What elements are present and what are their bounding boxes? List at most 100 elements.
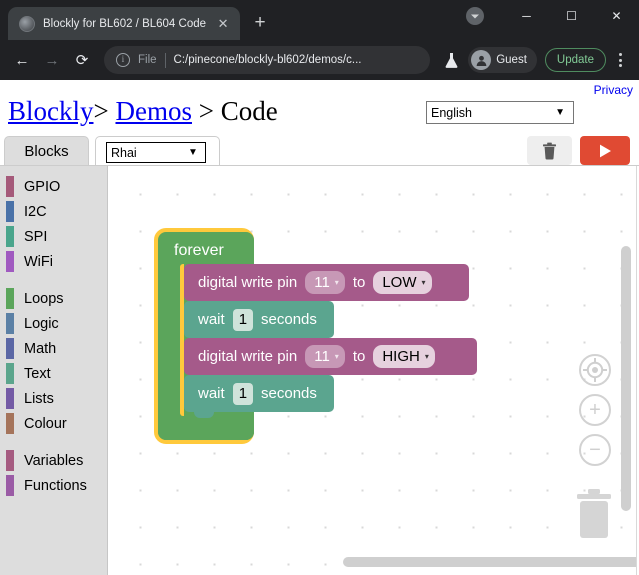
- delete-all-button[interactable]: [527, 136, 572, 165]
- toolbox-item-i2c[interactable]: I2C: [0, 199, 107, 224]
- page-title: Code: [220, 96, 278, 126]
- toolbox-item-wifi[interactable]: WiFi: [0, 249, 107, 274]
- tab-blocks[interactable]: Blocks: [4, 136, 89, 165]
- chevron-down-icon: ▾: [334, 278, 339, 287]
- wait-block-1[interactable]: wait 1 seconds: [184, 301, 334, 344]
- close-icon[interactable]: ✕: [214, 15, 232, 33]
- toolbox-item-text[interactable]: Text: [0, 361, 107, 386]
- target-crosshair-icon: [583, 358, 607, 382]
- trash-icon: [577, 489, 611, 538]
- profile-label: Guest: [496, 54, 527, 66]
- chevron-down-icon: ▾: [334, 352, 339, 361]
- category-color-swatch: [6, 413, 14, 434]
- blockly-editor[interactable]: GPIO I2C SPI WiFi Loops Logic Math Text …: [0, 165, 639, 575]
- new-tab-button[interactable]: +: [246, 9, 274, 37]
- toolbox-item-label: Colour: [24, 415, 67, 432]
- vertical-scrollbar[interactable]: [621, 246, 631, 511]
- toolbox-item-gpio[interactable]: GPIO: [0, 174, 107, 199]
- minimize-icon[interactable]: ─: [504, 0, 549, 32]
- block-text-before: digital write pin: [198, 274, 298, 291]
- back-icon[interactable]: ←: [8, 46, 36, 74]
- wait-block-2[interactable]: wait 1 seconds: [184, 375, 334, 418]
- blockly-toolbox[interactable]: GPIO I2C SPI WiFi Loops Logic Math Text …: [0, 166, 108, 575]
- toolbox-item-loops[interactable]: Loops: [0, 286, 107, 311]
- toolbox-item-variables[interactable]: Variables: [0, 448, 107, 473]
- toolbox-item-label: Logic: [24, 315, 59, 332]
- zoom-in-button[interactable]: +: [579, 394, 611, 426]
- breadcrumb-link-demos[interactable]: Demos: [115, 96, 192, 126]
- toolbox-item-label: SPI: [24, 228, 48, 245]
- toolbox-item-label: Variables: [24, 452, 84, 469]
- window-close-icon[interactable]: ✕: [594, 0, 639, 32]
- person-icon: [471, 50, 492, 70]
- category-color-swatch: [6, 288, 14, 309]
- info-icon[interactable]: i: [116, 53, 130, 67]
- url-scheme-label: File: [138, 54, 157, 66]
- toolbox-item-colour[interactable]: Colour: [0, 411, 107, 436]
- toolbox-separator-2: [0, 436, 107, 448]
- forever-block-foot: [158, 418, 254, 440]
- block-text-after: seconds: [261, 385, 317, 402]
- code-language-select[interactable]: Rhai: [106, 142, 206, 163]
- blockly-workspace[interactable]: forever digital write pin 11 ▾ to LOW ▾ …: [108, 166, 639, 575]
- toolbox-item-logic[interactable]: Logic: [0, 311, 107, 336]
- profile-chip[interactable]: Guest: [468, 47, 537, 73]
- breadcrumb-separator: >: [93, 96, 109, 126]
- kebab-menu-icon[interactable]: [609, 53, 631, 67]
- address-bar[interactable]: i File C:/pinecone/blockly-bl602/demos/c…: [104, 46, 431, 74]
- language-select[interactable]: English: [426, 101, 574, 124]
- breadcrumb: Blockly> Demos > Code: [8, 96, 278, 127]
- category-color-swatch: [6, 226, 14, 247]
- pin-dropdown-2[interactable]: 11 ▾: [305, 345, 345, 368]
- level-dropdown-high[interactable]: HIGH ▾: [373, 345, 435, 368]
- url-text: C:/pinecone/blockly-bl602/demos/c...: [173, 54, 362, 66]
- toolbox-item-label: Loops: [24, 290, 64, 307]
- forward-icon[interactable]: →: [38, 46, 66, 74]
- maximize-icon[interactable]: ☐: [549, 0, 594, 32]
- toolbox-item-label: WiFi: [24, 253, 53, 270]
- toolbox-item-label: Functions: [24, 477, 87, 494]
- workspace-trash-button[interactable]: [575, 486, 613, 541]
- toolbox-item-functions[interactable]: Functions: [0, 473, 107, 498]
- toolbox-item-label: GPIO: [24, 178, 61, 195]
- profile-badge-icon[interactable]: [466, 7, 484, 25]
- digital-write-block-high[interactable]: digital write pin 11 ▾ to HIGH ▾: [184, 338, 477, 381]
- toolbox-item-math[interactable]: Math: [0, 336, 107, 361]
- run-button[interactable]: [580, 136, 630, 165]
- tab-title: Blockly for BL602 / BL604 Code: [43, 17, 207, 30]
- privacy-link[interactable]: Privacy: [594, 83, 633, 97]
- tab-strip: Blockly for BL602 / BL604 Code ✕ +: [0, 0, 274, 40]
- block-stack[interactable]: forever digital write pin 11 ▾ to LOW ▾ …: [154, 228, 477, 444]
- pin-value: 11: [314, 348, 330, 365]
- wait-number-field-2[interactable]: 1: [232, 382, 254, 405]
- divider: [164, 52, 166, 68]
- block-text-middle: to: [352, 348, 366, 365]
- block-text-after: seconds: [261, 311, 317, 328]
- window-controls: ─ ☐ ✕: [504, 0, 639, 32]
- browser-titlebar: Blockly for BL602 / BL604 Code ✕ + ─ ☐ ✕: [0, 0, 639, 40]
- block-text-middle: to: [352, 274, 366, 291]
- wait-number-field[interactable]: 1: [232, 308, 254, 331]
- flask-icon[interactable]: [438, 47, 464, 73]
- level-dropdown-low[interactable]: LOW ▾: [373, 271, 432, 294]
- pin-dropdown[interactable]: 11 ▾: [305, 271, 345, 294]
- category-color-swatch: [6, 338, 14, 359]
- page-header: Blockly> Demos > Code English ▼: [8, 96, 631, 130]
- play-icon: [600, 144, 611, 157]
- update-button[interactable]: Update: [544, 48, 606, 72]
- zoom-reset-button[interactable]: [579, 354, 611, 386]
- horizontal-scrollbar[interactable]: [343, 557, 639, 567]
- zoom-out-button[interactable]: −: [579, 434, 611, 466]
- reload-icon[interactable]: ⟳: [68, 46, 96, 74]
- workspace-zoom-controls: + −: [579, 354, 611, 474]
- breadcrumb-link-blockly[interactable]: Blockly: [8, 96, 94, 126]
- toolbox-item-lists[interactable]: Lists: [0, 386, 107, 411]
- toolbox-item-spi[interactable]: SPI: [0, 224, 107, 249]
- browser-tab[interactable]: Blockly for BL602 / BL604 Code ✕: [8, 7, 241, 40]
- toolbox-item-label: Text: [24, 365, 51, 382]
- browser-window: Blockly for BL602 / BL604 Code ✕ + ─ ☐ ✕…: [0, 0, 639, 575]
- trash-icon: [543, 142, 556, 159]
- digital-write-block-low[interactable]: digital write pin 11 ▾ to LOW ▾: [184, 264, 469, 307]
- globe-icon: [19, 15, 35, 32]
- level-value: HIGH: [382, 348, 420, 365]
